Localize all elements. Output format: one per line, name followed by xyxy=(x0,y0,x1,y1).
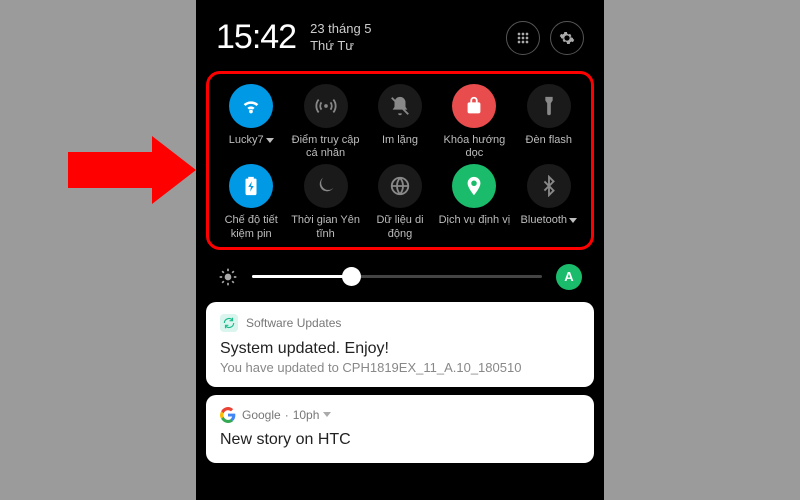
tile-location[interactable]: Dịch vụ định vị xyxy=(438,164,510,240)
flashlight-icon xyxy=(538,95,560,117)
update-icon xyxy=(220,314,238,332)
tile-bluetooth[interactable]: Bluetooth xyxy=(513,164,585,240)
notification-time: 10ph xyxy=(293,408,320,422)
battery-icon xyxy=(240,175,262,197)
bluetooth-icon xyxy=(538,175,560,197)
chevron-down-icon xyxy=(323,412,331,417)
brightness-slider[interactable] xyxy=(252,275,542,278)
notification-title: New story on HTC xyxy=(220,431,580,449)
globe-icon xyxy=(389,175,411,197)
notification-title: System updated. Enjoy! xyxy=(220,340,580,358)
auto-brightness-toggle[interactable]: A xyxy=(556,264,582,290)
tile-wifi[interactable]: Lucky7 xyxy=(215,84,287,160)
notification-software-update[interactable]: Software Updates System updated. Enjoy! … xyxy=(206,302,594,387)
lock-icon xyxy=(463,95,485,117)
reorder-tiles-button[interactable] xyxy=(506,21,540,55)
bell-off-icon xyxy=(389,95,411,117)
quick-settings-panel: Lucky7 Điểm truy cập cá nhân Im lặng Khó… xyxy=(206,71,594,250)
tile-hotspot[interactable]: Điểm truy cập cá nhân xyxy=(289,84,361,160)
tile-silent[interactable]: Im lặng xyxy=(364,84,436,160)
tile-mobile-data[interactable]: Dữ liệu di động xyxy=(364,164,436,240)
chevron-down-icon xyxy=(266,138,274,143)
google-icon xyxy=(220,407,236,423)
notification-app-name: Google xyxy=(242,408,281,422)
notification-app-name: Software Updates xyxy=(246,316,341,330)
moon-icon xyxy=(315,175,337,197)
clock: 15:42 xyxy=(216,18,296,57)
date: 23 tháng 5 Thứ Tư xyxy=(310,21,371,54)
location-pin-icon xyxy=(463,175,485,197)
gear-icon xyxy=(559,30,575,46)
brightness-thumb[interactable] xyxy=(342,267,361,286)
hotspot-icon xyxy=(315,95,337,117)
tile-battery-saver[interactable]: Chế độ tiết kiệm pin xyxy=(215,164,287,240)
tile-rotation-lock[interactable]: Khóa hướng dọc xyxy=(438,84,510,160)
tile-flashlight[interactable]: Đèn flash xyxy=(513,84,585,160)
notification-body: You have updated to CPH1819EX_11_A.10_18… xyxy=(220,360,580,375)
brightness-row: A xyxy=(196,250,604,302)
tile-do-not-disturb[interactable]: Thời gian Yên tĩnh xyxy=(289,164,361,240)
wifi-icon xyxy=(240,95,262,117)
status-header: 15:42 23 tháng 5 Thứ Tư xyxy=(196,0,604,67)
phone-frame: 15:42 23 tháng 5 Thứ Tư Lucky7 Điểm truy… xyxy=(196,0,604,500)
chevron-down-icon xyxy=(569,218,577,223)
notification-google[interactable]: Google · 10ph New story on HTC xyxy=(206,395,594,463)
brightness-icon xyxy=(218,267,238,287)
settings-button[interactable] xyxy=(550,21,584,55)
grid-icon xyxy=(515,30,531,46)
